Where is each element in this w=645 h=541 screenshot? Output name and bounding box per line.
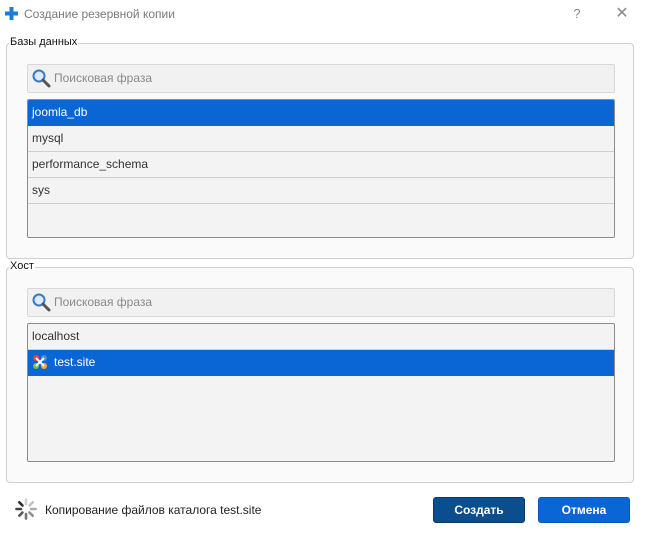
status-text: Копирование файлов каталога test.site <box>45 503 262 517</box>
hosts-search-input[interactable] <box>54 292 604 312</box>
hosts-list[interactable]: localhost test.site <box>27 323 615 462</box>
cancel-button[interactable]: Отмена <box>538 497 630 523</box>
list-empty-area <box>28 376 614 401</box>
list-item[interactable]: joomla_db <box>28 100 614 126</box>
databases-search-input[interactable] <box>54 68 604 88</box>
create-button[interactable]: Создать <box>433 497 525 523</box>
search-icon <box>32 69 51 88</box>
window-title: Создание резервной копии <box>24 7 175 21</box>
list-item[interactable]: mysql <box>28 126 614 152</box>
hosts-group: Хост localhost test.site <box>6 260 634 483</box>
list-item[interactable]: localhost <box>28 324 614 350</box>
list-item-selected[interactable]: test.site <box>28 350 614 376</box>
list-empty-area <box>28 204 614 229</box>
search-icon <box>32 293 51 312</box>
hosts-group-label: Хост <box>9 260 35 272</box>
databases-search-box[interactable] <box>27 64 615 93</box>
list-item[interactable]: sys <box>28 178 614 204</box>
spinner-icon <box>15 498 37 520</box>
plus-icon <box>5 7 18 20</box>
databases-group: Базы данных joomla_db mysql performance_… <box>6 36 634 259</box>
databases-list[interactable]: joomla_db mysql performance_schema sys <box>27 99 615 238</box>
databases-group-label: Базы данных <box>9 36 79 48</box>
hosts-search-box[interactable] <box>27 288 615 317</box>
list-item[interactable]: performance_schema <box>28 152 614 178</box>
close-button[interactable]: ✕ <box>611 4 633 24</box>
title-bar: Создание резервной копии ? ✕ <box>0 0 645 30</box>
help-button[interactable]: ? <box>566 4 588 24</box>
joomla-icon <box>33 355 47 369</box>
